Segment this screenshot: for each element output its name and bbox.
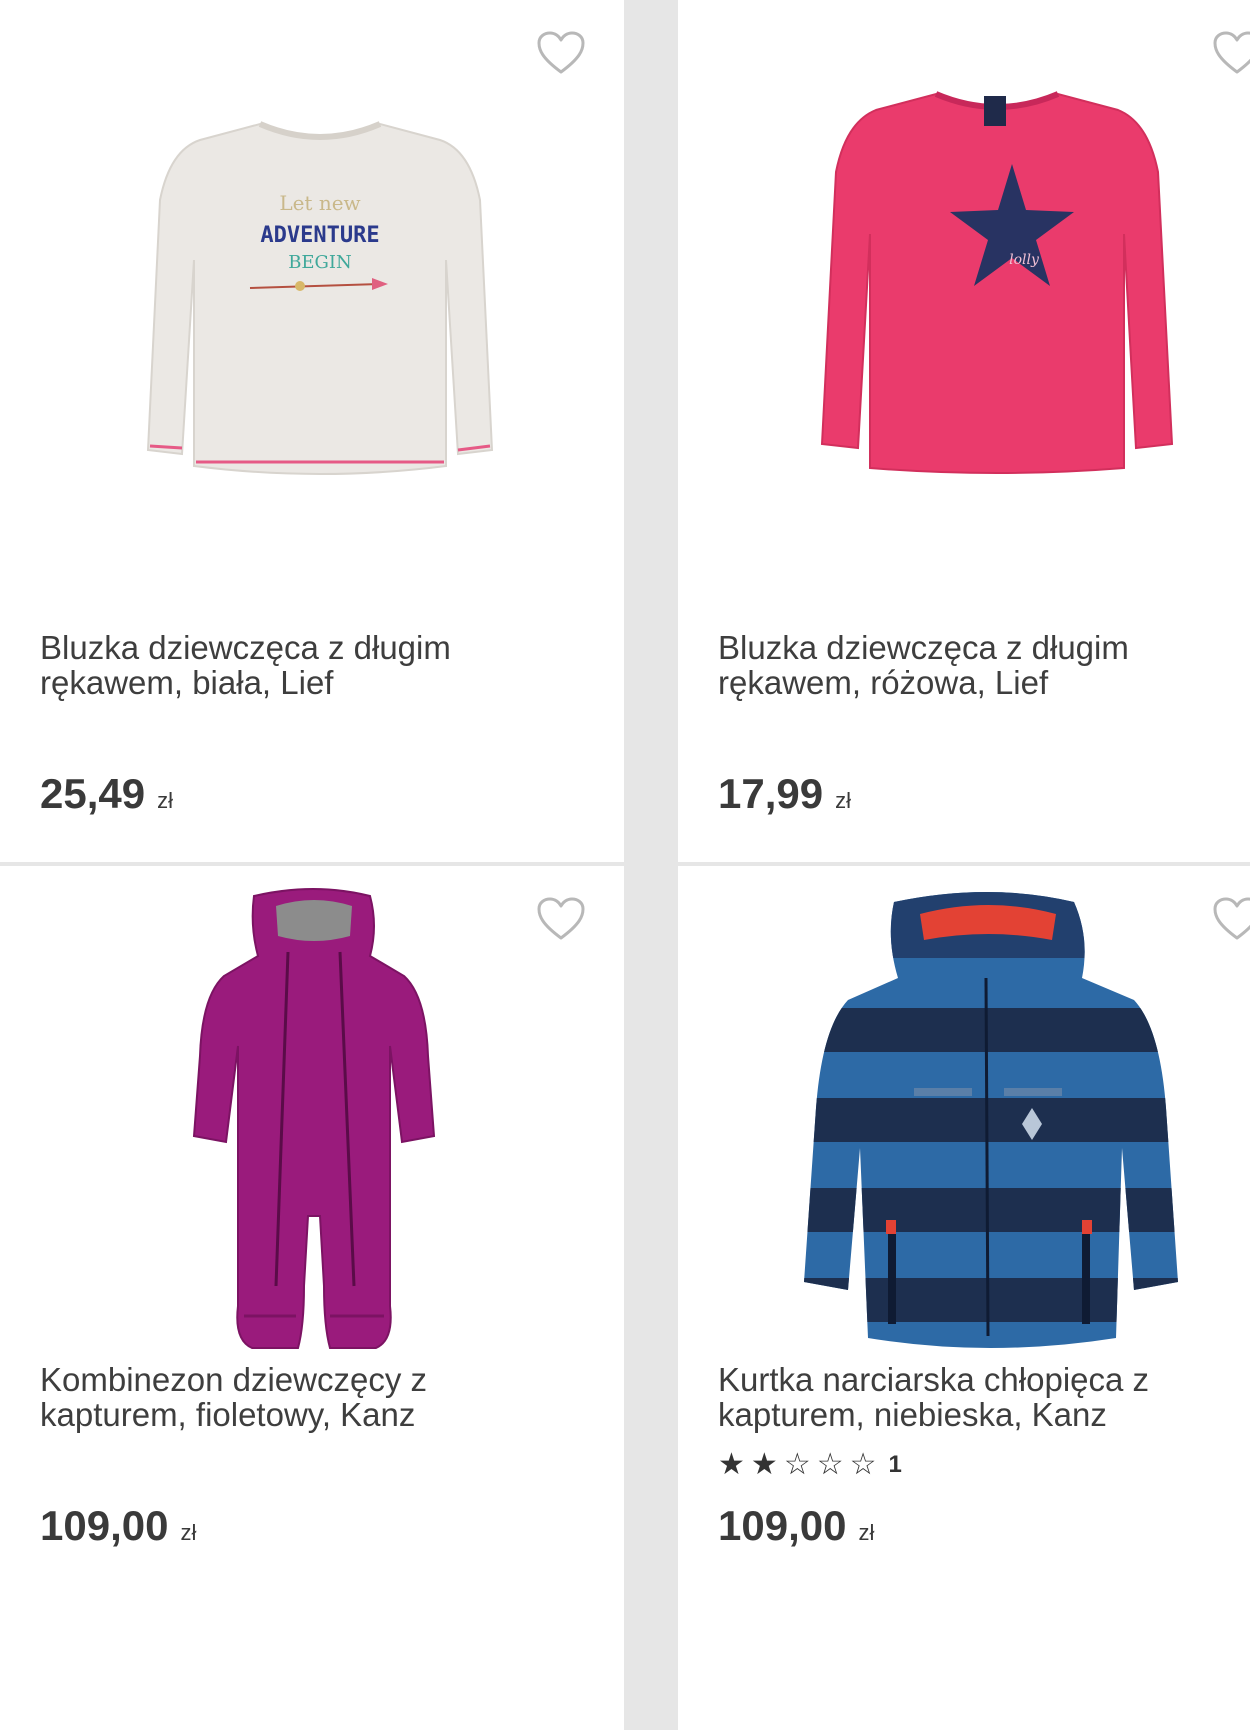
- price-value: 25,49: [40, 770, 146, 817]
- product-title-line2: kapturem, fioletowy, Kanz: [40, 1396, 416, 1433]
- product-price: 25,49 zł: [40, 770, 173, 818]
- star-filled-icon: ★: [750, 1447, 778, 1482]
- product-title-line2: kapturem, niebieska, Kanz: [718, 1396, 1107, 1433]
- white-shirt-image: Let new ADVENTURE BEGIN: [146, 121, 494, 475]
- product-card[interactable]: Kurtka narciarska chłopięca z kapturem, …: [678, 866, 1250, 1730]
- product-rating[interactable]: ★ ★ ☆ ☆ ☆ 1: [718, 1450, 902, 1480]
- print-text-line1: Let new: [279, 191, 360, 215]
- price-currency: zł: [858, 1520, 875, 1545]
- product-title[interactable]: Kombinezon dziewczęcy z kapturem, fiolet…: [40, 1362, 520, 1432]
- product-card[interactable]: Kombinezon dziewczęcy z kapturem, fiolet…: [0, 866, 624, 1730]
- print-text: lolly: [1009, 252, 1040, 268]
- product-title-line2: rękawem, różowa, Lief: [718, 664, 1049, 701]
- product-image[interactable]: lolly: [678, 0, 1250, 560]
- product-price: 109,00 zł: [718, 1502, 874, 1550]
- print-text-line3: BEGIN: [288, 252, 352, 273]
- print-text-line2: ADVENTURE: [260, 223, 379, 248]
- price-currency: zł: [180, 1520, 197, 1545]
- product-image[interactable]: [0, 866, 624, 1426]
- star-filled-icon: ★: [718, 1447, 745, 1482]
- product-card[interactable]: lolly Bluzka dziewczęca z długim rękawem…: [678, 0, 1250, 862]
- blue-jacket-image: [804, 892, 1178, 1348]
- product-title[interactable]: Bluzka dziewczęca z długim rękawem, biał…: [40, 630, 520, 700]
- product-price: 17,99 zł: [718, 770, 851, 818]
- price-currency: zł: [835, 788, 851, 813]
- star-outline-icon: ☆: [816, 1447, 844, 1482]
- product-image[interactable]: [678, 866, 1250, 1426]
- product-title-line1: Bluzka dziewczęca z długim: [40, 629, 451, 666]
- purple-snowsuit-image: [192, 888, 436, 1349]
- product-title-line1: Kombinezon dziewczęcy z: [40, 1361, 428, 1398]
- star-outline-icon: ☆: [783, 1447, 811, 1482]
- product-title-line2: rękawem, biała, Lief: [40, 664, 334, 701]
- star-outline-icon: ☆: [849, 1447, 877, 1482]
- product-title[interactable]: Bluzka dziewczęca z długim rękawem, różo…: [718, 630, 1198, 700]
- price-value: 109,00: [40, 1502, 169, 1549]
- product-card[interactable]: Let new ADVENTURE BEGIN Bluzka dziewczęc…: [0, 0, 624, 862]
- product-title-line1: Bluzka dziewczęca z długim: [718, 629, 1129, 666]
- product-title-line1: Kurtka narciarska chłopięca z: [718, 1361, 1150, 1398]
- price-currency: zł: [157, 788, 173, 813]
- product-image[interactable]: Let new ADVENTURE BEGIN: [0, 0, 624, 560]
- product-price: 109,00 zł: [40, 1502, 196, 1550]
- pink-shirt-image: lolly: [820, 91, 1174, 474]
- product-title[interactable]: Kurtka narciarska chłopięca z kapturem, …: [718, 1362, 1198, 1432]
- rating-count: 1: [888, 1451, 902, 1478]
- price-value: 109,00: [718, 1502, 847, 1549]
- price-value: 17,99: [718, 770, 824, 817]
